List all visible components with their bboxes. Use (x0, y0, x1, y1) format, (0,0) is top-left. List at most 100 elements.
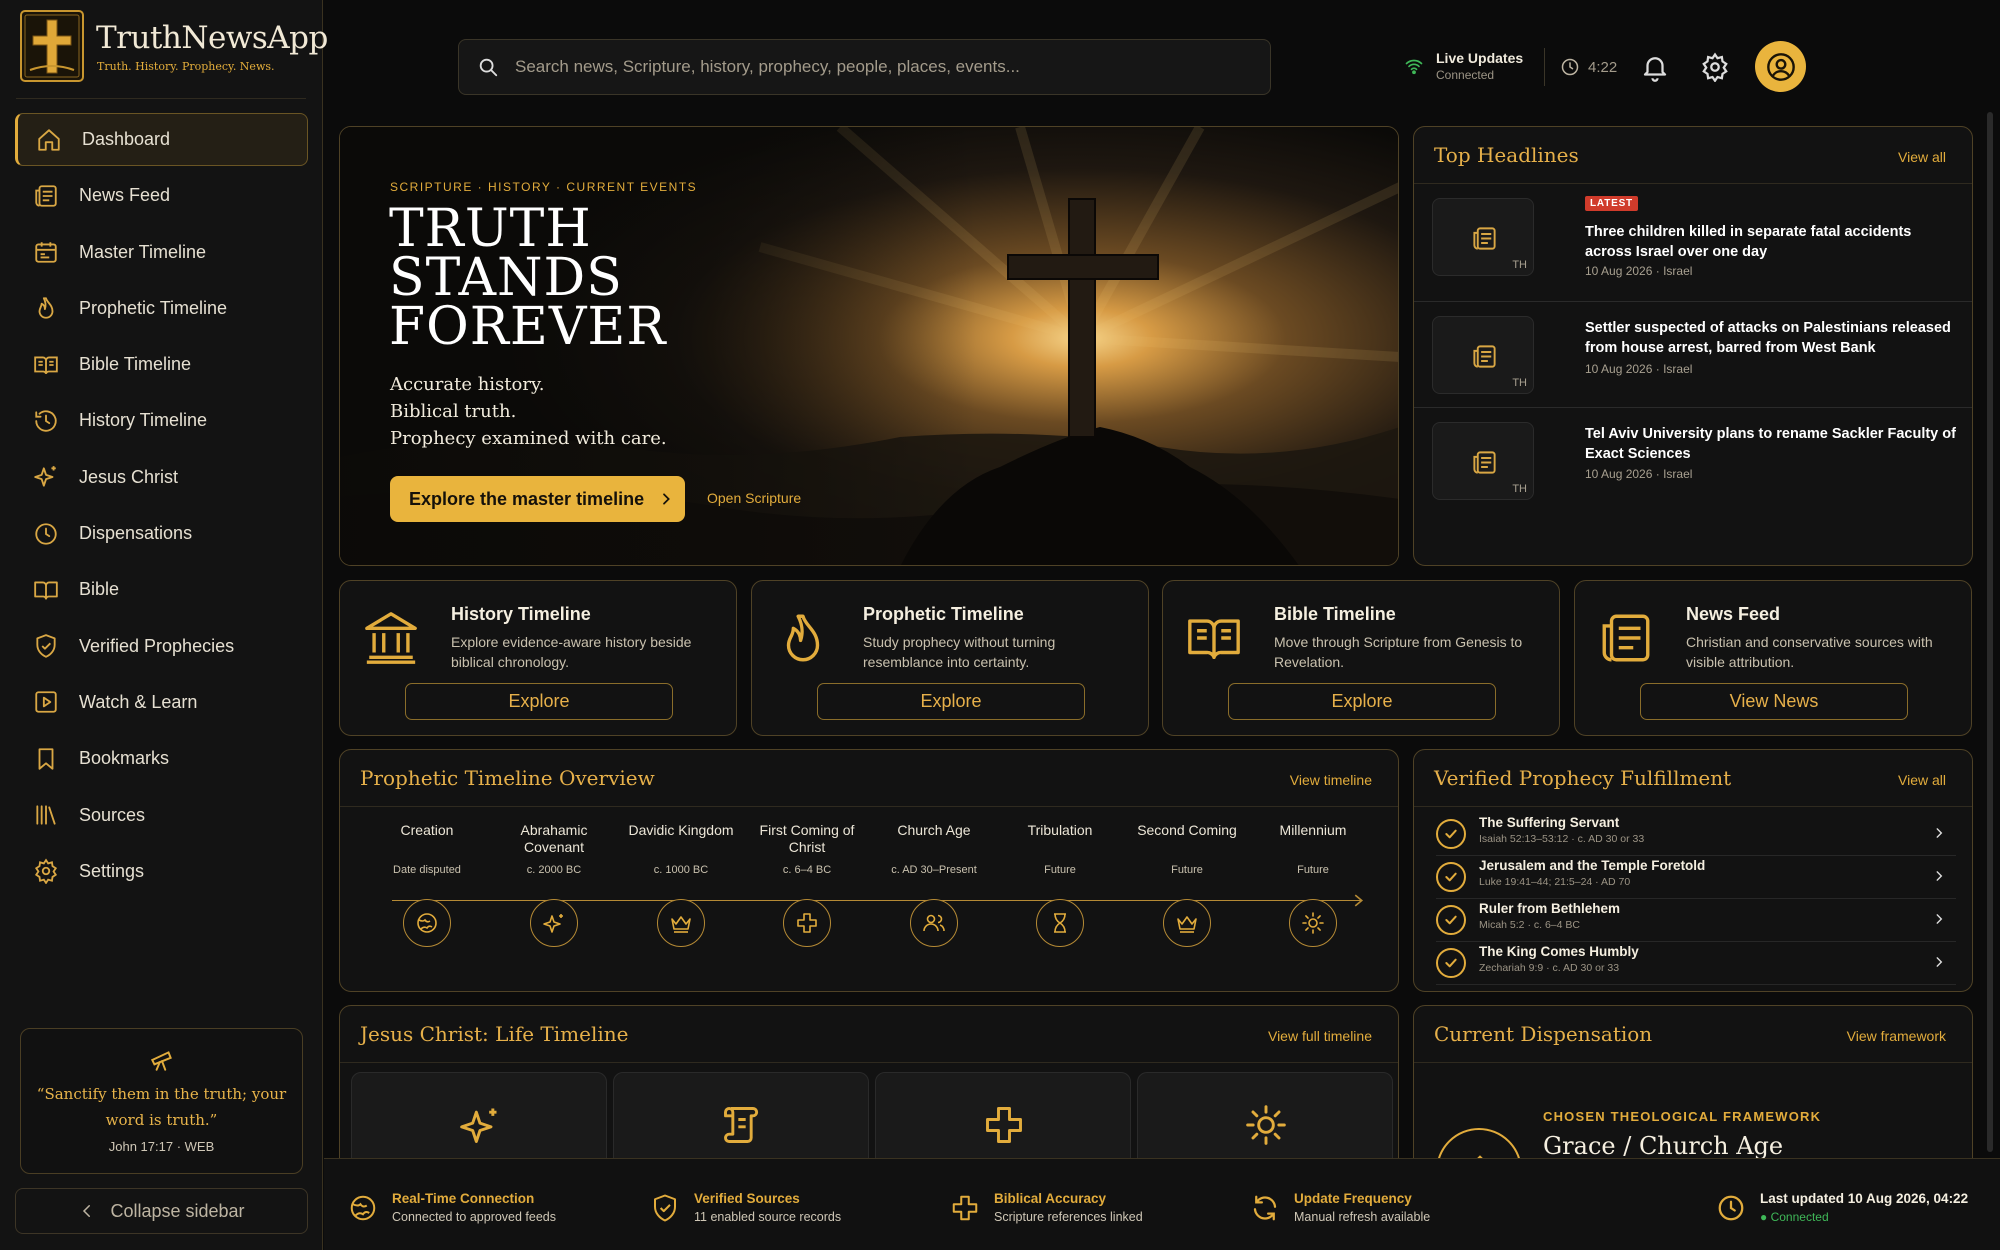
status-bar: Real-Time Connection Connected to approv… (324, 1158, 2000, 1250)
era-church-age[interactable]: Church Age c. AD 30–Present (874, 822, 994, 876)
sidebar-item-news-feed[interactable]: News Feed (15, 169, 308, 222)
headline-item[interactable]: TH Settler suspected of attacks on Pales… (1414, 302, 1972, 407)
era-date: c. AD 30–Present (891, 864, 977, 876)
crown-icon (671, 916, 691, 933)
verse-quote-reference: John 17:17 · WEB (108, 1139, 215, 1154)
app-logo[interactable]: TruthNewsApp Truth. History. Prophecy. N… (20, 10, 328, 82)
sidebar-item-bible-timeline[interactable]: Bible Timeline (15, 338, 308, 391)
news-feed-card: News Feed Christian and conservative sou… (1574, 580, 1972, 736)
era-node[interactable] (910, 899, 958, 947)
sparkle-icon (460, 1108, 497, 1143)
status-title: Biblical Accuracy (994, 1191, 1107, 1206)
view-framework-link[interactable]: View framework (1847, 1028, 1946, 1044)
search-input[interactable] (515, 57, 1255, 77)
headline-meta: 10 Aug 2026 · Israel (1585, 362, 1693, 376)
sidebar-item-dashboard[interactable]: Dashboard (15, 113, 308, 166)
sidebar-item-bookmarks[interactable]: Bookmarks (15, 732, 308, 785)
era-node[interactable] (1036, 899, 1084, 947)
bible-explore-button[interactable]: Explore (1228, 683, 1496, 720)
check-circle (1436, 905, 1466, 935)
era-node[interactable] (783, 899, 831, 947)
topbar-divider (1544, 48, 1545, 86)
era-millennium[interactable]: Millennium Future (1253, 822, 1373, 876)
era-node[interactable] (530, 899, 578, 947)
collapse-sidebar-button[interactable]: Collapse sidebar (15, 1188, 308, 1234)
status-subtitle: 11 enabled source records (694, 1210, 842, 1224)
prophecy-item[interactable]: The King Comes Humbly Zechariah 9:9 · c.… (1436, 942, 1956, 985)
check-circle (1436, 862, 1466, 892)
prophecy-item[interactable]: Jerusalem and the Temple Foretold Luke 1… (1436, 856, 1956, 899)
status-subtitle: Scripture references linked (994, 1210, 1143, 1224)
sidebar-item-label: News Feed (79, 185, 171, 206)
sidebar-item-settings[interactable]: Settings (15, 845, 308, 898)
explore-master-timeline-label: Explore the master timeline (409, 488, 645, 509)
era-node[interactable] (1289, 899, 1337, 947)
live-updates-title: Live Updates (1436, 50, 1524, 66)
history-explore-button[interactable]: Explore (405, 683, 673, 720)
open-scripture-link[interactable]: Open Scripture (707, 490, 801, 506)
main-scrollbar[interactable] (1987, 112, 1993, 1152)
notifications-bell-icon[interactable] (1640, 52, 1670, 82)
sidebar-item-jesus-christ[interactable]: Jesus Christ (15, 451, 308, 504)
top-headlines-title: Top Headlines (1434, 143, 1579, 167)
collapse-sidebar-label: Collapse sidebar (110, 1200, 245, 1221)
prophecy-item[interactable]: The Suffering Servant Isaiah 52:13–53:12… (1436, 813, 1956, 856)
sidebar-item-prophetic-timeline[interactable]: Prophetic Timeline (15, 282, 308, 335)
card-title: Prophetic Timeline (863, 604, 1024, 624)
prophetic-timeline-card: Prophetic Timeline Study prophecy withou… (751, 580, 1149, 736)
era-first-coming[interactable]: First Coming of Christ c. 6–4 BC (747, 822, 867, 876)
headline-item[interactable]: TH LATEST Three children killed in separ… (1414, 184, 1972, 289)
prophecy-item[interactable]: Ruler from Bethlehem Micah 5:2 · c. 6–4 … (1436, 899, 1956, 942)
sidebar-item-dispensations[interactable]: Dispensations (15, 507, 308, 560)
era-label: Davidic Kingdom (628, 822, 734, 838)
prophetic-explore-button[interactable]: Explore (817, 683, 1085, 720)
view-timeline-link[interactable]: View timeline (1290, 772, 1372, 788)
verified-view-all-link[interactable]: View all (1898, 772, 1946, 788)
sidebar-item-verified-prophecies[interactable]: Verified Prophecies (15, 620, 308, 673)
last-updated-text: Last updated 10 Aug 2026, 04:22 (1760, 1191, 1969, 1206)
settings-gear-icon[interactable] (1700, 52, 1730, 82)
era-davidic-kingdom[interactable]: Davidic Kingdom c. 1000 BC (621, 822, 741, 876)
sparkle-icon (543, 914, 563, 933)
hero-tagline: Accurate history. Biblical truth. Prophe… (390, 371, 667, 452)
era-node[interactable] (657, 899, 705, 947)
era-creation[interactable]: Creation Date disputed (367, 822, 487, 876)
user-avatar[interactable] (1755, 41, 1806, 92)
clock-icon (35, 522, 57, 545)
sidebar-item-history-timeline[interactable]: History Timeline (15, 394, 308, 447)
panel-divider (1414, 1062, 1972, 1063)
explore-master-timeline-button[interactable]: Explore the master timeline (390, 476, 685, 522)
view-news-button[interactable]: View News (1640, 683, 1908, 720)
era-tribulation[interactable]: Tribulation Future (1000, 822, 1120, 876)
thumbnail-initials: TH (1512, 377, 1527, 389)
history-icon (35, 410, 57, 432)
search-bar[interactable] (458, 39, 1271, 95)
headline-item[interactable]: TH Tel Aviv University plans to rename S… (1414, 408, 1972, 513)
status-title: Real-Time Connection (392, 1191, 535, 1206)
sidebar-item-master-timeline[interactable]: Master Timeline (15, 226, 308, 279)
card-title: News Feed (1686, 604, 1781, 624)
view-full-timeline-link[interactable]: View full timeline (1268, 1028, 1372, 1044)
era-second-coming[interactable]: Second Coming Future (1127, 822, 1247, 876)
live-updates-status[interactable]: Live Updates Connected (1404, 50, 1523, 82)
era-abrahamic-covenant[interactable]: Abrahamic Covenant c. 2000 BC (494, 822, 614, 876)
era-date: c. 2000 BC (526, 864, 582, 876)
logo-cross-icon (20, 10, 84, 82)
headlines-view-all-link[interactable]: View all (1898, 149, 1946, 165)
era-node[interactable] (1163, 899, 1211, 947)
sidebar-item-label: Jesus Christ (79, 466, 179, 487)
status-real-time-connection: Real-Time Connection Connected to approv… (348, 1191, 556, 1224)
status-update-frequency[interactable]: Update Frequency Manual refresh availabl… (1250, 1191, 1430, 1224)
jesus-life-timeline-panel: Jesus Christ: Life Timeline View full ti… (339, 1005, 1399, 1175)
check-circle (1436, 819, 1466, 849)
card-title: History Timeline (451, 604, 591, 624)
status-biblical-accuracy: Biblical Accuracy Scripture references l… (950, 1191, 1143, 1224)
era-node[interactable] (403, 899, 451, 947)
search-icon (479, 58, 498, 77)
prophecy-reference: Luke 19:41–44; 21:5–24 · AD 70 (1479, 876, 1631, 888)
sidebar-item-bible[interactable]: Bible (15, 563, 308, 616)
sidebar-item-watch-learn[interactable]: Watch & Learn (15, 676, 308, 729)
era-label: Second Coming (1137, 822, 1237, 838)
chevron-right-icon (663, 493, 670, 505)
sidebar-item-sources[interactable]: Sources (15, 789, 308, 842)
